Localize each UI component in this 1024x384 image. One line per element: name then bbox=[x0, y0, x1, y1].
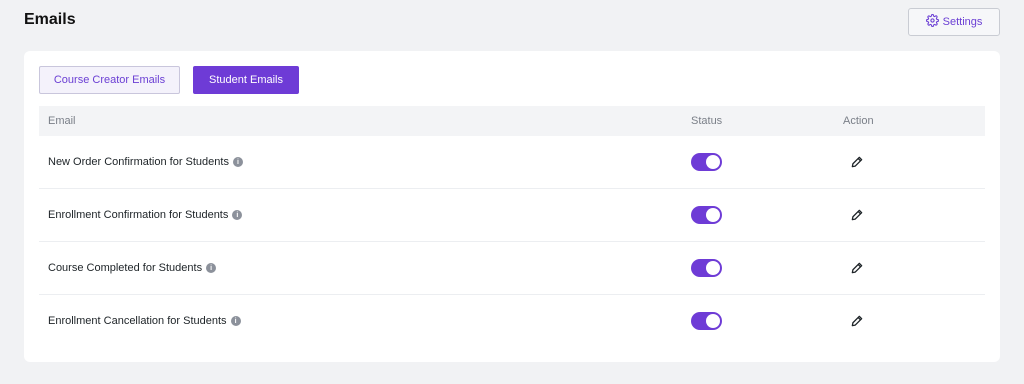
emails-card: Course Creator Emails Student Emails Ema… bbox=[24, 51, 1000, 362]
email-name: New Order Confirmation for Students bbox=[48, 156, 229, 168]
pencil-icon bbox=[851, 315, 863, 327]
status-toggle[interactable] bbox=[691, 259, 722, 277]
page-header: Emails Settings bbox=[0, 0, 1024, 48]
table-header: Email Status Action bbox=[39, 106, 985, 136]
column-header-email: Email bbox=[48, 115, 76, 127]
info-icon[interactable]: i bbox=[232, 157, 243, 167]
status-toggle[interactable] bbox=[691, 153, 722, 171]
edit-button[interactable] bbox=[850, 261, 864, 275]
email-name: Enrollment Cancellation for Students bbox=[48, 315, 227, 327]
table-row: New Order Confirmation for Students i bbox=[39, 136, 985, 189]
info-icon[interactable]: i bbox=[232, 210, 243, 220]
info-icon[interactable]: i bbox=[206, 263, 217, 273]
toggle-knob bbox=[706, 208, 720, 222]
toggle-knob bbox=[706, 261, 720, 275]
edit-button[interactable] bbox=[850, 314, 864, 328]
info-icon[interactable]: i bbox=[230, 316, 241, 326]
table-row: Course Completed for Students i bbox=[39, 242, 985, 295]
gear-icon bbox=[925, 14, 939, 30]
column-header-status: Status bbox=[691, 115, 723, 127]
email-name: Enrollment Confirmation for Students bbox=[48, 209, 229, 221]
edit-button[interactable] bbox=[850, 155, 864, 169]
status-toggle[interactable] bbox=[691, 206, 722, 224]
tab-course-creator-emails[interactable]: Course Creator Emails bbox=[39, 66, 180, 94]
page-title: Emails bbox=[24, 11, 76, 28]
toggle-knob bbox=[706, 155, 720, 169]
email-tabs: Course Creator Emails Student Emails bbox=[39, 66, 299, 94]
email-name: Course Completed for Students bbox=[48, 262, 203, 274]
table-row: Enrollment Confirmation for Students i bbox=[39, 189, 985, 242]
status-toggle[interactable] bbox=[691, 312, 722, 330]
settings-label: Settings bbox=[942, 16, 983, 28]
table-row: Enrollment Cancellation for Students i bbox=[39, 295, 985, 348]
tab-student-emails[interactable]: Student Emails bbox=[193, 66, 299, 94]
toggle-knob bbox=[706, 314, 720, 328]
pencil-icon bbox=[851, 156, 863, 168]
column-header-action: Action bbox=[843, 115, 874, 127]
edit-button[interactable] bbox=[850, 208, 864, 222]
settings-button[interactable]: Settings bbox=[908, 8, 1000, 36]
pencil-icon bbox=[851, 209, 863, 221]
emails-table: Email Status Action New Order Confirmati… bbox=[39, 106, 985, 348]
pencil-icon bbox=[851, 262, 863, 274]
